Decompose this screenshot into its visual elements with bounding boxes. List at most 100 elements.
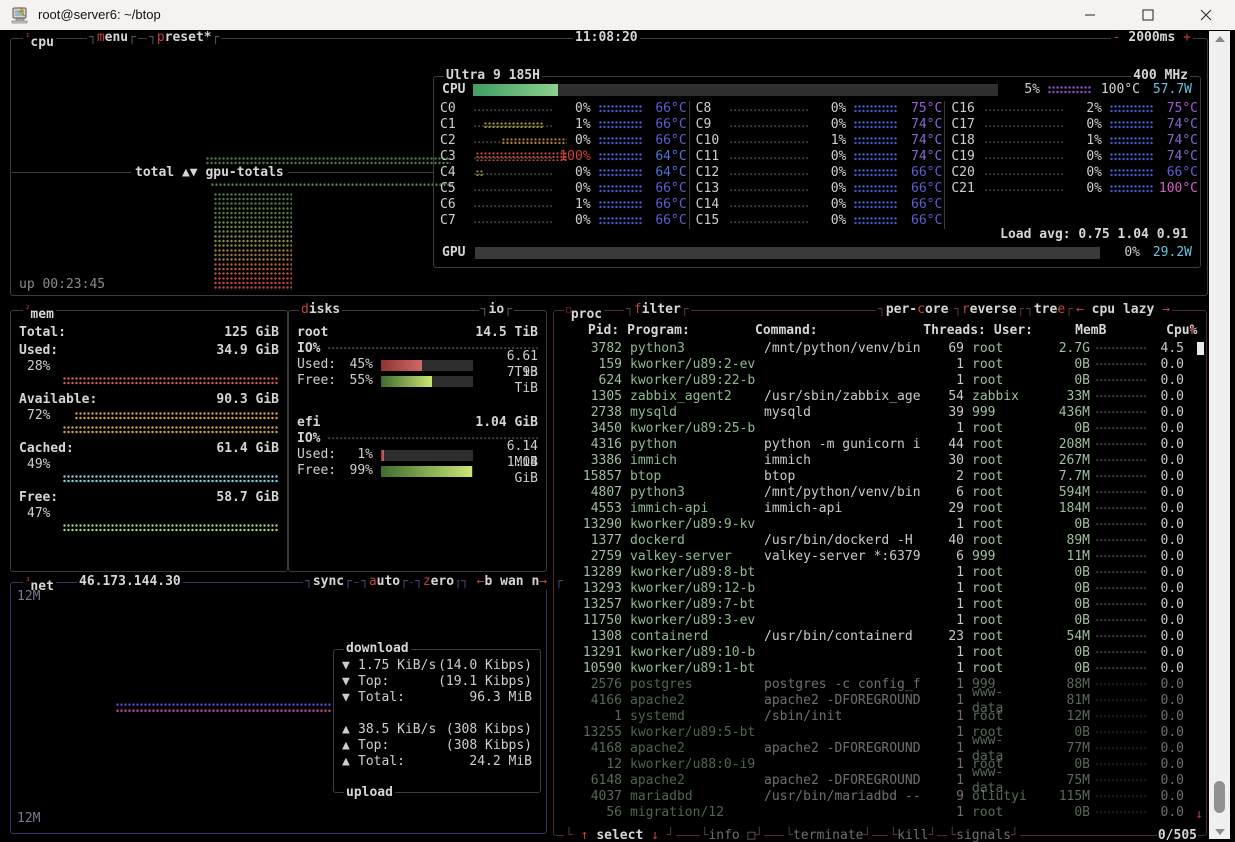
minimize-button[interactable] [1061,0,1119,30]
info-button[interactable]: info □ [700,828,765,842]
proc-scroll-more-icon[interactable]: ↓ [1195,807,1203,823]
zero-button[interactable]: zero [413,574,464,590]
core-name: C16 [947,101,985,117]
rate-increase-button[interactable]: + [1183,30,1191,45]
io-mode-button[interactable]: io [479,302,514,318]
process-program: immich [630,453,764,469]
scrollbar-up-arrow[interactable] [1209,31,1230,46]
select-button[interactable]: ↑ select ↓ [564,828,676,842]
proc-scrollbar-thumb[interactable] [1197,342,1204,355]
mem-box-title[interactable]: ²mem [23,302,56,323]
filter-button[interactable]: filter [624,302,691,318]
process-row[interactable]: 4553immich-apiimmich-api29root184M0.0 [560,501,1196,517]
sort-prev-arrow[interactable]: ← [1076,302,1084,317]
signals-button[interactable]: signals [947,828,1019,842]
core-row: C3100%64°C [436,149,687,165]
terminate-button[interactable]: terminate [784,828,872,842]
process-mem: 75M [1034,773,1090,789]
disks-box-title[interactable]: disks [299,302,342,318]
process-row[interactable]: 2576postgrespostgres -c config_f199988M0… [560,677,1196,693]
process-threads: 6 [934,485,964,501]
process-row[interactable]: 159kworker/u89:2-ev1root0B0.0 [560,357,1196,373]
process-row[interactable]: 4166apache2apache2 -DFOREGROUND1www-data… [560,693,1196,709]
process-row[interactable]: 56migration/121root0B0.0 [560,805,1196,821]
cpu-graph-selector[interactable]: total ▲▼ gpu-totals [131,165,288,181]
cpu-box: ¹cpu menu preset* 11:08:20 - 2000ms + to… [10,38,1208,296]
terminal-scrollbar[interactable] [1209,31,1230,839]
process-row[interactable]: 1systemd/sbin/init1root12M0.0 [560,709,1196,725]
process-row[interactable]: 4807python3/mnt/python/venv/bin6root594M… [560,485,1196,501]
process-row[interactable]: 1308containerd/usr/bin/containerd23root5… [560,629,1196,645]
process-row[interactable]: 1377dockerd/usr/bin/dockerd -H40root89M0… [560,533,1196,549]
reverse-button[interactable]: reverse [952,302,1026,318]
process-program: kworker/u89:22-b [630,373,764,389]
col-cpu[interactable]: Cpu% [1166,323,1184,339]
col-user[interactable]: User: [994,323,1053,339]
upload-label: upload [344,785,395,801]
upload-stat-label: Total: [358,754,469,770]
col-memb[interactable]: MemB [1053,323,1106,339]
sync-button[interactable]: sync [303,574,354,590]
graph-up-arrow[interactable]: ▲ [182,165,190,180]
maximize-button[interactable] [1119,0,1177,30]
process-row[interactable]: 624kworker/u89:22-b1root0B0.0 [560,373,1196,389]
process-row[interactable]: 4316pythonpython -m gunicorn i44root208M… [560,437,1196,453]
core-row: C11%66°C [436,117,687,133]
process-row[interactable]: 10590kworker/u89:1-bt1root0B0.0 [560,661,1196,677]
process-row[interactable]: 13255kworker/u89:5-bt1root0B0.0 [560,725,1196,741]
process-cpu-percent: 0.0 [1152,453,1184,469]
per-core-button[interactable]: per-core [876,302,958,318]
process-row[interactable]: 13290kworker/u89:9-kv1root0B0.0 [560,517,1196,533]
process-command: immich [764,453,934,469]
preset-button[interactable]: preset* [147,30,221,46]
process-pid: 4037 [560,789,622,805]
upload-stat-value: (308 Kibps) [446,738,532,754]
auto-button[interactable]: auto [359,574,410,590]
process-row[interactable]: 6148apache2apache2 -DFOREGROUND1www-data… [560,773,1196,789]
process-row[interactable]: 12kworker/u88:0-i91root0B0.0 [560,757,1196,773]
menu-button[interactable]: menu [87,30,138,46]
process-row[interactable]: 13293kworker/u89:12-b1root0B0.0 [560,581,1196,597]
process-row[interactable]: 3386immichimmich30root267M0.0 [560,453,1196,469]
close-button[interactable] [1177,0,1235,30]
tree-button[interactable]: tree [1024,302,1075,318]
process-mem: 0B [1034,597,1090,613]
proc-box-title[interactable]: □proc [564,302,604,323]
process-row[interactable]: 2738mysqldmysqld39999436M0.0 [560,405,1196,421]
next-iface-arrow[interactable]: → [539,574,547,589]
rate-decrease-button[interactable]: - [1113,30,1121,45]
process-row[interactable]: 2759valkey-servervalkey-server *:6379699… [560,549,1196,565]
process-row[interactable]: 1305zabbix_agent2/usr/sbin/zabbix_age54z… [560,389,1196,405]
col-pid[interactable]: Pid: [560,323,619,339]
kill-button[interactable]: kill [888,828,937,842]
col-command[interactable]: Command: [755,323,917,339]
process-row[interactable]: 3782python3/mnt/python/venv/bin69root2.7… [560,341,1196,357]
col-program[interactable]: Program: [627,323,755,339]
core-usage-percent: 1% [553,197,591,213]
graph-down-arrow[interactable]: ▼ [190,165,198,180]
scrollbar-thumb[interactable] [1214,781,1225,813]
process-row[interactable]: 4168apache2apache2 -DFOREGROUND1www-data… [560,741,1196,757]
process-row[interactable]: 4037mariadbd/usr/bin/mariadbd --9oliutyi… [560,789,1196,805]
process-program: kworker/u89:25-b [630,421,764,437]
process-row[interactable]: 11750kworker/u89:3-ev1root0B0.0 [560,613,1196,629]
process-threads: 1 [934,597,964,613]
process-program: mariadbd [630,789,764,805]
wan-switch-button[interactable]: ←b wan n→ [459,574,565,590]
process-cpu-percent: 4.5 [1152,341,1184,357]
col-threads[interactable]: Threads: [917,323,986,339]
process-threads: 1 [934,565,964,581]
sort-column-selector[interactable]: ← cpu lazy → [1074,302,1172,318]
process-row[interactable]: 3450kworker/u89:25-b1root0B0.0 [560,421,1196,437]
process-program: python3 [630,341,764,357]
cpu-box-title[interactable]: ¹cpu [23,30,56,51]
process-row[interactable]: 13291kworker/u89:10-b1root0B0.0 [560,645,1196,661]
process-row[interactable]: 13289kworker/u89:8-bt1root0B0.0 [560,565,1196,581]
process-row[interactable]: 13257kworker/u89:7-bt1root0B0.0 [560,597,1196,613]
process-threads: 1 [934,517,964,533]
net-scale-top: 12M [17,589,40,605]
sort-next-arrow[interactable]: → [1162,302,1170,317]
mem-entry-percent: 72% [19,408,71,424]
process-row[interactable]: 15857btopbtop2root7.7M0.0 [560,469,1196,485]
scrollbar-down-arrow[interactable] [1209,824,1230,839]
